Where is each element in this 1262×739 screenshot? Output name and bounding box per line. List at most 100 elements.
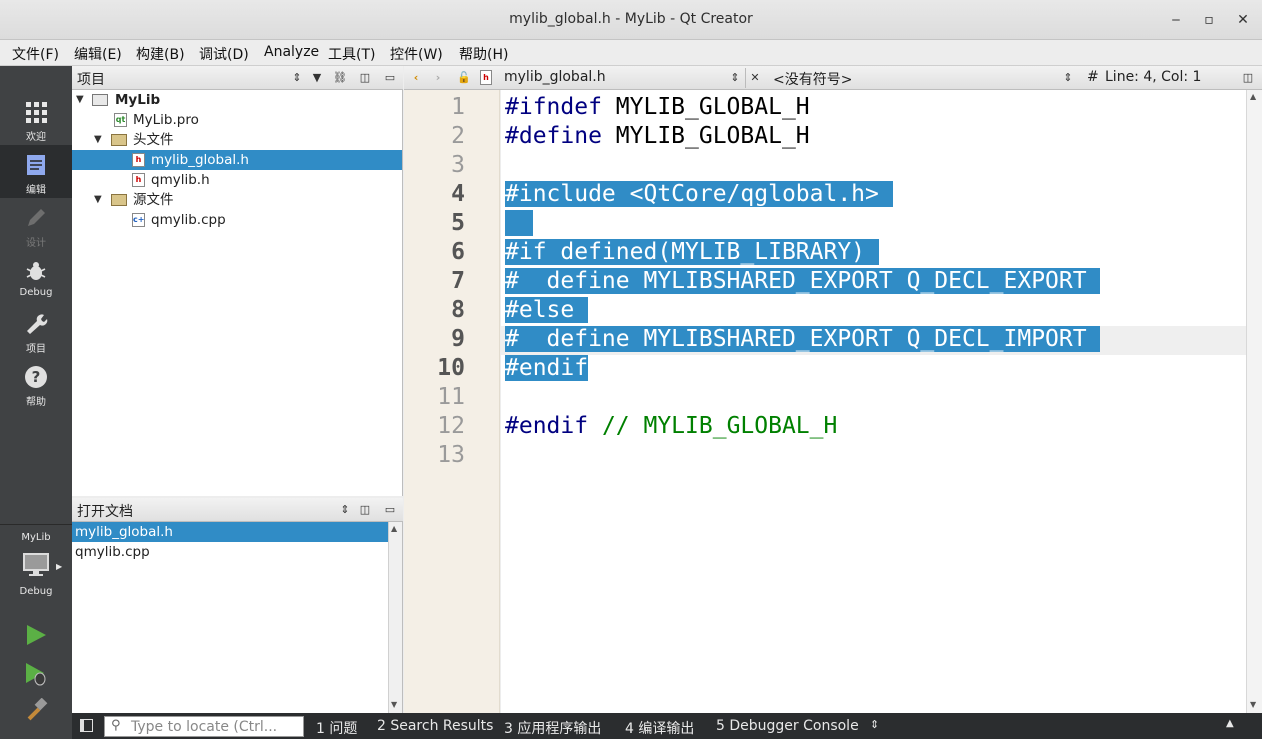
symbol-combo[interactable]: <没有符号> [773, 69, 852, 89]
close-document-icon[interactable]: ✕ [747, 70, 763, 86]
menu-help[interactable]: 帮助(H) [459, 44, 508, 64]
project-folder-icon [92, 94, 108, 106]
filter-icon[interactable]: ▼ [309, 70, 325, 86]
build-hammer-icon[interactable] [24, 698, 48, 722]
current-file-combo[interactable]: mylib_global.h [504, 69, 606, 85]
tree-item-qmylib-h[interactable]: h qmylib.h [72, 170, 402, 190]
split-editor-icon[interactable]: ◫ [1240, 70, 1256, 86]
code-line: #ifndef MYLIB_GLOBAL_H [505, 94, 810, 120]
menu-file[interactable]: 文件(F) [12, 44, 59, 64]
mode-help[interactable]: ? 帮助 [0, 357, 72, 410]
close-button[interactable]: ✕ [1233, 10, 1253, 30]
code-line: #include <QtCore/qglobal.h> [505, 180, 893, 209]
kit-selector[interactable]: ▶ Debug [0, 548, 72, 604]
menu-analyze[interactable]: Analyze [264, 44, 319, 60]
open-docs-title: 打开文档 [77, 504, 133, 520]
show-output-icon[interactable]: ▲ [1226, 718, 1234, 729]
pencil-icon [28, 209, 45, 226]
code-editor[interactable]: #ifndef MYLIB_GLOBAL_H #define MYLIB_GLO… [501, 90, 1246, 713]
mode-design[interactable]: 设计 [0, 198, 72, 251]
toggle-sidebar-icon[interactable] [80, 719, 93, 732]
mode-edit[interactable]: 编辑 [0, 145, 72, 198]
tree-item-qmylib-cpp[interactable]: c+ qmylib.cpp [72, 210, 402, 230]
editor-scrollbar[interactable]: ▲ ▼ [1246, 90, 1262, 713]
toolbar-separator [745, 68, 746, 88]
code-line: #if defined(MYLIB_LIBRARY) [505, 238, 879, 267]
scroll-up-icon[interactable]: ▲ [391, 524, 397, 533]
more-panes-icon[interactable]: ⇕ [870, 718, 879, 731]
line-number: 2 [451, 123, 465, 149]
menu-debug[interactable]: 调试(D) [199, 44, 249, 64]
line-number-gutter: 1 2 3 4 5 6 7 8 9 10 11 12 13 [404, 90, 500, 713]
mode-label: 编辑 [26, 185, 46, 196]
project-pane-title: 项目 [77, 72, 105, 88]
tree-item-project[interactable]: ▼ MyLib [72, 90, 402, 110]
mode-debug[interactable]: Debug [0, 251, 72, 304]
cursor-position[interactable]: Line: 4, Col: 1 [1105, 69, 1201, 85]
minimize-button[interactable]: ‒ [1166, 10, 1186, 30]
tree-item-pro-file[interactable]: qt MyLib.pro [72, 110, 402, 130]
back-arrow-icon[interactable]: ‹ [408, 70, 424, 86]
open-docs-header: 打开文档 ⇕ ◫ ▭ [72, 498, 403, 522]
mode-welcome[interactable]: 欢迎 [0, 92, 72, 145]
mode-label: 设计 [26, 238, 46, 249]
split-icon[interactable]: ◫ [357, 70, 373, 86]
help-icon: ? [25, 366, 47, 388]
collapse-arrow-icon[interactable]: ▼ [94, 130, 102, 150]
menu-edit[interactable]: 编辑(E) [74, 44, 122, 64]
mode-sidebar: 欢迎 编辑 设计 Debug 项目 ? 帮助 MyLib ▶ Debug [0, 66, 72, 739]
pane-debugger-console[interactable]: 5 Debugger Console [716, 718, 859, 734]
menu-widgets[interactable]: 控件(W) [390, 44, 443, 64]
view-selector-icon[interactable]: ⇕ [289, 70, 305, 86]
collapse-arrow-icon[interactable]: ▼ [76, 90, 84, 110]
folder-icon [111, 134, 127, 146]
scroll-down-icon[interactable]: ▼ [391, 700, 397, 709]
line-number: 13 [437, 442, 465, 468]
title-bar: mylib_global.h - MyLib - Qt Creator ‒ ▫ … [0, 0, 1262, 40]
open-docs-scrollbar[interactable]: ▲ ▼ [388, 522, 402, 713]
link-icon[interactable]: ⛓ [332, 70, 348, 86]
tree-item-sources-folder[interactable]: ▼ 源文件 [72, 190, 402, 210]
locator-input[interactable]: ⚲ Type to locate (Ctrl... [104, 716, 304, 737]
hash-icon[interactable]: # [1087, 69, 1099, 85]
scroll-down-icon[interactable]: ▼ [1250, 700, 1256, 709]
kit-expand-arrow-icon: ▶ [56, 562, 63, 571]
symbol-combo-arrow-icon[interactable]: ⇕ [1060, 70, 1076, 86]
pane-issues[interactable]: 1 问题 [316, 718, 357, 738]
pane-search-results[interactable]: 2 Search Results [377, 718, 493, 734]
window-title: mylib_global.h - MyLib - Qt Creator [509, 11, 753, 27]
debug-run-icon[interactable] [24, 661, 48, 687]
mode-label: 项目 [26, 344, 46, 355]
maximize-button[interactable]: ▫ [1199, 10, 1219, 30]
mode-projects[interactable]: 项目 [0, 304, 72, 357]
project-pane-header: 项目 ⇕ ▼ ⛓ ◫ ▭ [72, 66, 403, 90]
menu-tools[interactable]: 工具(T) [328, 44, 375, 64]
pane-compile-output[interactable]: 4 编译输出 [625, 718, 694, 738]
kit-project-label: MyLib [21, 532, 51, 543]
sidebar-divider [0, 524, 72, 525]
open-doc-item[interactable]: qmylib.cpp [72, 542, 388, 562]
bug-icon [26, 262, 46, 280]
file-combo-arrow-icon[interactable]: ⇕ [727, 70, 743, 86]
edit-document-icon [27, 155, 45, 175]
tree-item-mylib-global-h[interactable]: h mylib_global.h [72, 150, 402, 170]
close-pane-icon[interactable]: ▭ [382, 502, 398, 518]
wrench-icon [27, 314, 48, 334]
close-pane-icon[interactable]: ▭ [382, 70, 398, 86]
view-selector-icon[interactable]: ⇕ [337, 502, 353, 518]
split-icon[interactable]: ◫ [357, 502, 373, 518]
collapse-arrow-icon[interactable]: ▼ [94, 190, 102, 210]
forward-arrow-icon[interactable]: › [430, 70, 446, 86]
open-doc-item[interactable]: mylib_global.h [72, 522, 388, 542]
tree-item-label: 头文件 [133, 132, 174, 148]
code-line: #endif // MYLIB_GLOBAL_H [505, 413, 838, 439]
tree-item-headers-folder[interactable]: ▼ 头文件 [72, 130, 402, 150]
pane-application-output[interactable]: 3 应用程序输出 [504, 718, 601, 738]
lock-icon[interactable]: 🔓 [456, 70, 472, 86]
menu-build[interactable]: 构建(B) [136, 44, 185, 64]
scroll-up-icon[interactable]: ▲ [1250, 92, 1256, 101]
run-icon[interactable] [24, 623, 48, 647]
line-number: 8 [451, 297, 465, 323]
code-line: #endif [505, 355, 589, 381]
line-number: 10 [437, 355, 465, 381]
